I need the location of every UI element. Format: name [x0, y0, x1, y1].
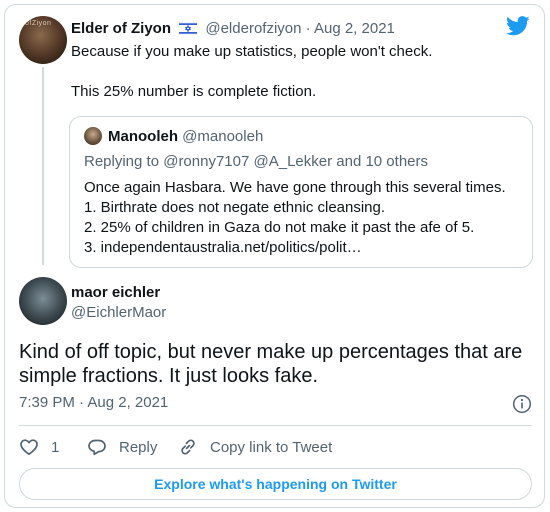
like-button[interactable]: 1	[19, 431, 59, 463]
quoted-tweet-header: Manooleh @manooleh	[108, 128, 263, 145]
quoted-line: 2. 25% of children in Gaza do not make i…	[84, 219, 475, 236]
avatar-watermark-text: ofZiyon	[25, 20, 52, 27]
parent-tweet-line-1: Because if you make up statistics, peopl…	[71, 43, 433, 60]
quoted-tweet[interactable]: Manooleh @manooleh Replying to @ronny710…	[69, 116, 533, 268]
parent-tweet-date[interactable]: Aug 2, 2021	[314, 20, 395, 37]
thread-connector-line	[42, 67, 44, 265]
parent-author-avatar[interactable]: ofZiyon	[19, 16, 67, 64]
reply-bubble-icon	[88, 439, 106, 456]
quoted-author-name: Manooleh	[108, 128, 178, 145]
heart-icon	[20, 439, 38, 456]
link-icon	[181, 439, 195, 455]
quoted-line: Once again Hasbara. We have gone through…	[84, 179, 506, 196]
copy-link-button[interactable]: Copy link to Tweet	[178, 431, 332, 463]
parent-author-handle[interactable]: @elderofziyon	[205, 20, 301, 37]
parent-tweet-line-2: This 25% number is complete fiction.	[71, 83, 317, 100]
quoted-line: 1. Birthrate does not negate ethnic clea…	[84, 199, 386, 216]
header-separator: ·	[305, 20, 311, 37]
info-icon[interactable]	[512, 394, 532, 414]
like-count: 1	[51, 438, 60, 456]
main-tweet-timestamp[interactable]: 7:39 PM · Aug 2, 2021	[19, 394, 168, 411]
main-author-avatar[interactable]	[19, 277, 67, 325]
parent-tweet-header: Elder of Ziyon @elderofziyon · Aug 2, 20…	[71, 20, 395, 37]
quoted-author-handle: @manooleh	[182, 128, 264, 145]
twitter-bird-icon[interactable]	[506, 16, 530, 36]
main-author-handle[interactable]: @EichlerMaor	[71, 304, 166, 321]
israel-flag-icon	[179, 22, 198, 35]
explore-twitter-button[interactable]: Explore what's happening on Twitter	[19, 468, 532, 500]
reply-button[interactable]: Reply	[87, 431, 157, 463]
actions-divider	[19, 425, 532, 426]
main-tweet-text: Kind of off topic, but never make up per…	[19, 341, 523, 387]
replying-to-line: Replying to @ronny7107 @A_Lekker and 10 …	[84, 153, 428, 170]
parent-tweet-text: Because if you make up statistics, peopl…	[71, 42, 526, 102]
copy-link-label: Copy link to Tweet	[210, 438, 333, 456]
main-author-name[interactable]: maor eichler	[71, 284, 160, 301]
tweet-embed-card: ofZiyon Elder of Ziyon @elderofziyon · A…	[4, 4, 545, 508]
parent-author-name[interactable]: Elder of Ziyon	[71, 20, 171, 37]
quoted-author-avatar	[84, 127, 102, 145]
reply-label: Reply	[119, 438, 158, 456]
quoted-line: 3. independentaustralia.net/politics/pol…	[84, 239, 362, 256]
quoted-tweet-body: Once again Hasbara. We have gone through…	[84, 178, 506, 258]
